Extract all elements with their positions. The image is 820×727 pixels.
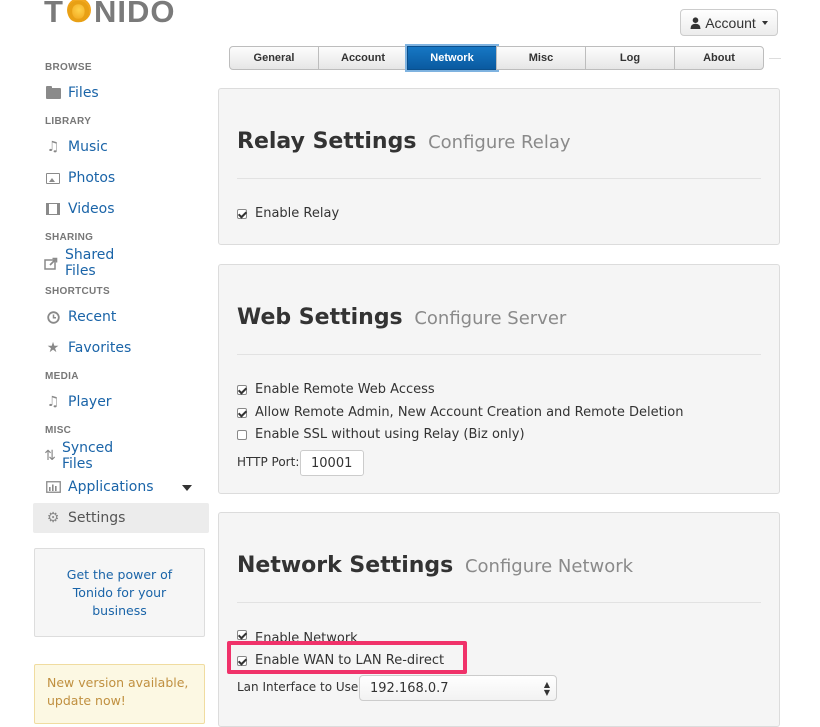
remote-web-access-checkbox[interactable] bbox=[237, 384, 247, 395]
account-menu-label: Account bbox=[705, 14, 756, 31]
section-sharing: SHARING bbox=[45, 232, 94, 243]
tab-about[interactable]: About bbox=[674, 46, 764, 70]
checkbox-label: Enable Network bbox=[255, 631, 358, 642]
sun-icon: O bbox=[64, 0, 94, 30]
sidebar-item-recent[interactable]: Recent bbox=[44, 306, 116, 328]
panel-title: Relay Settings bbox=[237, 129, 417, 154]
sidebar-item-music[interactable]: ♫ Music bbox=[44, 136, 108, 158]
account-menu-button[interactable]: Account bbox=[680, 9, 778, 36]
share-icon bbox=[44, 257, 59, 270]
section-media: MEDIA bbox=[45, 371, 79, 382]
tab-network[interactable]: Network bbox=[407, 46, 497, 70]
sidebar-item-label: Synced Files bbox=[61, 440, 114, 472]
http-port-input[interactable]: 10001 bbox=[300, 450, 364, 476]
panel-title: Web Settings bbox=[237, 305, 403, 330]
remote-admin-checkbox[interactable] bbox=[237, 407, 247, 418]
expand-applications-icon[interactable] bbox=[182, 485, 192, 491]
sidebar-item-settings[interactable]: ⚙ Settings bbox=[33, 503, 209, 533]
sidebar-item-synced-files[interactable]: ⇅ Synced Files bbox=[44, 440, 119, 472]
enable-network-checkbox[interactable] bbox=[237, 630, 247, 640]
bar-chart-icon bbox=[44, 481, 62, 493]
logo-text: NIDO bbox=[93, 0, 176, 29]
sidebar-item-shared-files[interactable]: Shared Files bbox=[44, 247, 117, 279]
enable-network-option[interactable]: Enable Network bbox=[237, 630, 358, 642]
sidebar-item-favorites[interactable]: ★ Favorites bbox=[44, 337, 132, 359]
settings-tabs: General Account Network Misc Log About bbox=[229, 46, 764, 70]
panel-subtitle: Configure Relay bbox=[428, 132, 571, 153]
web-settings-panel: Web Settings Configure Server Enable Rem… bbox=[218, 264, 780, 494]
divider bbox=[237, 354, 761, 355]
star-icon: ★ bbox=[46, 340, 60, 356]
update-notice[interactable]: New version available, update now! bbox=[34, 664, 205, 724]
business-promo[interactable]: Get the power of Tonido for your busines… bbox=[34, 548, 205, 637]
sidebar-item-label: Settings bbox=[68, 510, 126, 526]
tab-general[interactable]: General bbox=[229, 46, 319, 70]
tab-misc[interactable]: Misc bbox=[496, 46, 586, 70]
sidebar-item-label: Files bbox=[68, 85, 99, 101]
enable-relay-option[interactable]: Enable Relay bbox=[237, 206, 339, 221]
wan-to-lan-checkbox[interactable] bbox=[237, 655, 247, 666]
tab-log[interactable]: Log bbox=[585, 46, 675, 70]
panel-subtitle: Configure Server bbox=[414, 308, 567, 329]
section-library: LIBRARY bbox=[45, 116, 92, 127]
sidebar-item-label: Shared Files bbox=[65, 247, 115, 279]
sidebar-item-label: Applications bbox=[68, 479, 154, 495]
sidebar-item-applications[interactable]: Applications bbox=[44, 476, 154, 498]
promo-link[interactable]: Get the power of Tonido for your busines… bbox=[53, 566, 186, 620]
lan-interface-label: Lan Interface to Use : bbox=[237, 680, 367, 694]
logo-letter-t: T bbox=[44, 0, 64, 29]
checkbox-label: Enable WAN to LAN Re-direct bbox=[255, 653, 445, 668]
panel-subtitle: Configure Network bbox=[464, 556, 634, 577]
panel-title: Network Settings bbox=[237, 553, 454, 578]
music-note-icon: ♫ bbox=[46, 139, 60, 155]
checkbox-label: Enable Remote Web Access bbox=[255, 382, 435, 397]
gears-icon: ⚙ bbox=[46, 510, 60, 526]
lan-interface-select[interactable]: 192.168.0.7 ▲ ▼ bbox=[359, 675, 557, 701]
caret-down-icon bbox=[761, 20, 768, 25]
web-settings-title: Web Settings Configure Server bbox=[237, 305, 566, 330]
clock-icon bbox=[44, 310, 62, 324]
network-settings-title: Network Settings Configure Network bbox=[237, 553, 633, 578]
folder-icon bbox=[44, 85, 62, 99]
network-settings-panel: Network Settings Configure Network Enabl… bbox=[218, 512, 780, 727]
checkbox-label: Enable SSL without using Relay (Biz only… bbox=[255, 427, 525, 442]
sidebar-item-label: Favorites bbox=[68, 340, 132, 356]
sidebar-item-label: Player bbox=[68, 394, 112, 410]
sidebar-item-label: Music bbox=[68, 139, 108, 155]
select-arrows-icon: ▲ ▼ bbox=[543, 680, 550, 697]
section-browse: BROWSE bbox=[45, 62, 92, 73]
image-icon bbox=[44, 172, 62, 184]
relay-settings-title: Relay Settings Configure Relay bbox=[237, 129, 571, 154]
section-shortcuts: SHORTCUTS bbox=[45, 286, 110, 297]
sidebar-item-videos[interactable]: Videos bbox=[44, 198, 115, 220]
user-icon bbox=[690, 16, 701, 29]
remote-web-access-option[interactable]: Enable Remote Web Access bbox=[237, 382, 435, 397]
sidebar-item-photos[interactable]: Photos bbox=[44, 167, 115, 189]
sidebar-item-label: Recent bbox=[68, 309, 117, 325]
update-link[interactable]: New version available, update now! bbox=[47, 675, 188, 708]
checkbox-label: Allow Remote Admin, New Account Creation… bbox=[255, 405, 684, 420]
relay-settings-panel: Relay Settings Configure Relay Enable Re… bbox=[218, 88, 780, 245]
sidebar-item-label: Videos bbox=[68, 201, 115, 217]
divider bbox=[237, 602, 761, 603]
section-misc: MISC bbox=[45, 425, 72, 436]
ssl-checkbox[interactable] bbox=[237, 429, 247, 440]
sync-icon: ⇅ bbox=[44, 448, 56, 464]
http-port-label: HTTP Port: bbox=[237, 455, 300, 469]
tonido-logo[interactable]: T O NIDO bbox=[44, 0, 175, 30]
wan-to-lan-option[interactable]: Enable WAN to LAN Re-direct bbox=[237, 653, 444, 668]
sidebar-item-player[interactable]: ♫ Player bbox=[44, 391, 112, 413]
tab-account[interactable]: Account bbox=[318, 46, 408, 70]
divider bbox=[237, 178, 761, 179]
tab-divider bbox=[769, 58, 781, 59]
remote-admin-option[interactable]: Allow Remote Admin, New Account Creation… bbox=[237, 405, 683, 420]
select-value: 192.168.0.7 bbox=[370, 680, 449, 696]
sidebar-item-label: Photos bbox=[68, 170, 116, 186]
ssl-option[interactable]: Enable SSL without using Relay (Biz only… bbox=[237, 427, 525, 442]
sidebar-item-files[interactable]: Files bbox=[44, 82, 99, 104]
checkbox-label: Enable Relay bbox=[255, 206, 340, 221]
music-note-icon: ♫ bbox=[46, 394, 60, 410]
enable-relay-checkbox[interactable] bbox=[237, 208, 247, 219]
film-icon bbox=[44, 203, 62, 215]
